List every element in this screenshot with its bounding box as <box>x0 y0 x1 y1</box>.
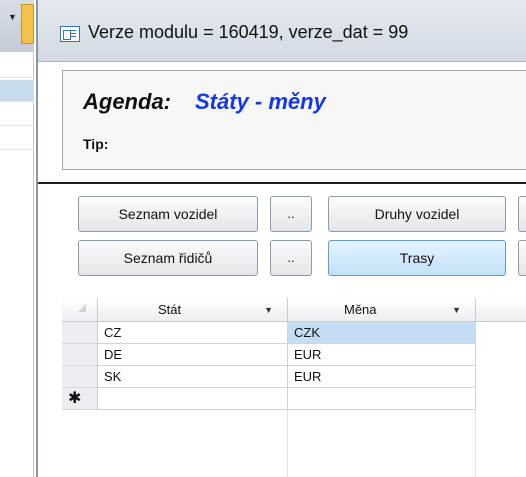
background-tab[interactable] <box>21 4 34 44</box>
column-header-stat[interactable]: Stát ▼ <box>98 298 288 322</box>
seznam-ridicu-more-button[interactable]: .. <box>270 240 312 276</box>
druhy-vozidel-button[interactable]: Druhy vozidel <box>328 196 506 232</box>
seznam-vozidel-button[interactable]: Seznam vozidel <box>78 196 258 232</box>
title-bar[interactable]: Verze modulu = 160419, verze_dat = 99 <box>38 0 526 62</box>
next-button-partial[interactable] <box>518 240 526 276</box>
agenda-label: Agenda: <box>83 89 171 114</box>
column-header-label: Měna <box>344 302 377 317</box>
cell-mena[interactable]: EUR <box>288 366 476 388</box>
seznam-ridicu-button[interactable]: Seznam řidičů <box>78 240 258 276</box>
section-divider <box>38 182 526 184</box>
form-window: Verze modulu = 160419, verze_dat = 99 Ag… <box>36 0 526 477</box>
form-header: Agenda: Státy - měny Tip: <box>62 70 526 170</box>
new-cell-mena[interactable] <box>288 388 476 410</box>
window-title: Verze modulu = 160419, verze_dat = 99 <box>88 22 409 42</box>
new-row-selector[interactable]: ✱ <box>62 388 98 410</box>
trasy-button[interactable]: Trasy <box>328 240 506 276</box>
background-row[interactable] <box>0 104 34 126</box>
row-selector[interactable] <box>62 344 98 366</box>
column-header-empty <box>476 298 526 322</box>
new-record-icon: ✱ <box>68 390 82 407</box>
cell-stat[interactable]: DE <box>98 344 288 366</box>
cell-mena[interactable]: EUR <box>288 344 476 366</box>
background-row[interactable] <box>0 56 34 78</box>
chevron-down-icon[interactable]: ▼ <box>452 298 461 322</box>
column-header-mena[interactable]: Měna ▼ <box>288 298 476 322</box>
row-selector[interactable] <box>62 322 98 344</box>
background-ribbon: ▼ <box>0 0 34 52</box>
cell-stat[interactable]: SK <box>98 366 288 388</box>
form-icon <box>60 26 80 42</box>
cell-mena[interactable]: CZK <box>288 322 476 344</box>
tip-label: Tip: <box>83 136 109 152</box>
select-all-corner[interactable] <box>62 298 98 322</box>
grid-line <box>287 410 288 477</box>
chevron-down-icon[interactable]: ▼ <box>264 298 273 322</box>
cell-stat[interactable]: CZ <box>98 322 288 344</box>
new-cell-stat[interactable] <box>98 388 288 410</box>
grid-line <box>475 410 476 477</box>
row-selector[interactable] <box>62 366 98 388</box>
agenda-value: Státy - měny <box>195 89 326 114</box>
next-button-partial[interactable] <box>518 196 526 232</box>
column-header-label: Stát <box>158 302 182 317</box>
background-pane: ▼ <box>0 0 34 477</box>
seznam-vozidel-more-button[interactable]: .. <box>270 196 312 232</box>
background-row-selected[interactable] <box>0 80 34 102</box>
datasheet: Stát ▼ Měna ▼ CZ CZK DE EUR SK EUR ✱ <box>62 298 526 477</box>
chevron-down-icon[interactable]: ▼ <box>8 12 17 22</box>
background-row[interactable] <box>0 128 34 150</box>
